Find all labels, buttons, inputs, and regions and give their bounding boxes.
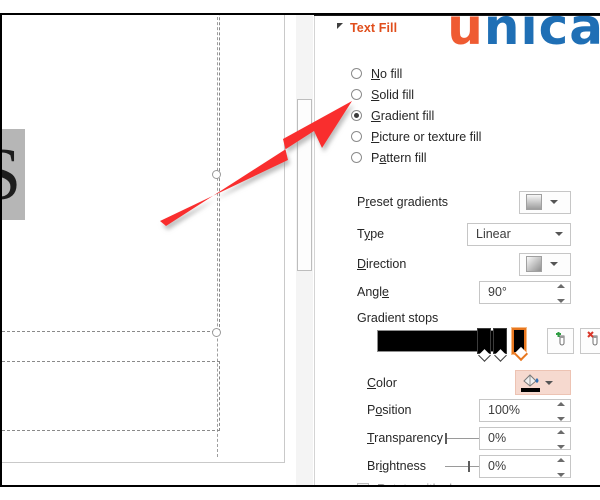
radio-option-gradient-fill[interactable]: Gradient fill bbox=[351, 105, 481, 126]
text-fill-section-header[interactable]: Text Fill bbox=[337, 21, 397, 35]
title-placeholder-box[interactable] bbox=[2, 15, 220, 332]
vertical-scrollbar-thumb[interactable] bbox=[297, 99, 312, 271]
brightness-value: 0% bbox=[488, 459, 507, 473]
logo-letters-nica: nica bbox=[483, 15, 600, 56]
window-top-border bbox=[0, 13, 600, 15]
slide-canvas[interactable]: S bbox=[2, 15, 294, 485]
slider-knob[interactable] bbox=[468, 460, 470, 472]
transparency-row: Transparency 0% bbox=[315, 425, 600, 451]
slider-knob[interactable] bbox=[445, 432, 447, 444]
gradient-swatch-icon bbox=[526, 194, 542, 210]
current-color-bar bbox=[521, 387, 540, 392]
window-bottom-border bbox=[0, 485, 600, 487]
slide-sheet[interactable]: S bbox=[2, 15, 285, 463]
position-label: Position bbox=[367, 403, 412, 417]
transparency-label: Transparency bbox=[367, 431, 443, 445]
pattern-fill-label: Pattern fill bbox=[371, 150, 427, 165]
brightness-label: Brightness bbox=[367, 459, 427, 473]
transparency-value: 0% bbox=[488, 431, 507, 445]
format-shape-pane: unica Text Fill No fill Solid fill Gradi… bbox=[314, 15, 600, 485]
type-row: Type Linear bbox=[315, 221, 600, 247]
angle-stepper[interactable] bbox=[556, 283, 565, 303]
position-spinner[interactable]: 100% bbox=[479, 398, 571, 422]
stepper-down-icon[interactable] bbox=[556, 298, 565, 303]
fill-type-radio-group: No fill Solid fill Gradient fill Picture… bbox=[351, 63, 481, 168]
stepper-down-icon[interactable] bbox=[556, 472, 565, 477]
brightness-stepper[interactable] bbox=[556, 457, 565, 477]
slide-text-fragment[interactable]: S bbox=[2, 135, 21, 215]
window-left-border bbox=[0, 13, 2, 487]
no-fill-label: No fill bbox=[371, 66, 403, 81]
angle-value: 90° bbox=[488, 285, 507, 299]
radio-option-picture-or-texture-fill[interactable]: Picture or texture fill bbox=[351, 126, 481, 147]
color-button[interactable] bbox=[515, 370, 571, 395]
angle-label: Angle bbox=[357, 285, 389, 299]
direction-button[interactable] bbox=[519, 252, 571, 276]
chevron-down-icon[interactable] bbox=[555, 232, 563, 236]
gradient-stop-marker[interactable] bbox=[477, 328, 491, 354]
pattern-fill-radio-icon[interactable] bbox=[351, 152, 362, 163]
brightness-spinner[interactable]: 0% bbox=[479, 454, 571, 478]
direction-row: Direction bbox=[315, 251, 600, 277]
position-row: Position 100% bbox=[315, 397, 600, 423]
stepper-up-icon[interactable] bbox=[556, 283, 565, 288]
direction-label: Direction bbox=[357, 257, 407, 271]
preset-gradients-label: Preset gradients bbox=[357, 195, 449, 209]
middle-right-handle[interactable] bbox=[212, 170, 221, 179]
transparency-spinner[interactable]: 0% bbox=[479, 426, 571, 450]
gradient-stop-marker-selected[interactable] bbox=[512, 328, 526, 354]
stepper-down-icon[interactable] bbox=[556, 416, 565, 421]
pane-top-rule bbox=[314, 15, 600, 16]
chevron-down-icon[interactable] bbox=[545, 380, 553, 385]
angle-spinner[interactable]: 90° bbox=[479, 280, 571, 304]
picture-or-texture-fill-radio-icon[interactable] bbox=[351, 131, 362, 142]
section-title: Text Fill bbox=[350, 21, 398, 35]
subtitle-placeholder-box[interactable] bbox=[2, 361, 220, 431]
stepper-up-icon[interactable] bbox=[556, 457, 565, 462]
type-label: Type bbox=[357, 227, 385, 241]
preset-gradients-button[interactable] bbox=[519, 190, 571, 214]
bottom-right-handle[interactable] bbox=[212, 328, 221, 337]
stepper-down-icon[interactable] bbox=[556, 444, 565, 449]
solid-fill-label: Solid fill bbox=[371, 87, 415, 102]
gradient-stop-marker[interactable] bbox=[493, 328, 507, 354]
brightness-row: Brightness 0% bbox=[315, 453, 600, 479]
radio-option-solid-fill[interactable]: Solid fill bbox=[351, 84, 481, 105]
position-value: 100% bbox=[488, 403, 520, 417]
stepper-up-icon[interactable] bbox=[556, 429, 565, 434]
transparency-stepper[interactable] bbox=[556, 429, 565, 449]
chevron-down-icon[interactable] bbox=[550, 200, 558, 204]
add-gradient-stop-button[interactable] bbox=[547, 328, 574, 354]
powerpoint-format-shape-window: S unica Text Fill No fill Solid fill bbox=[0, 0, 600, 500]
paint-bucket-icon bbox=[521, 373, 541, 392]
gradient-fill-radio-icon[interactable] bbox=[351, 110, 362, 121]
type-dropdown[interactable]: Linear bbox=[467, 222, 571, 246]
chevron-down-icon[interactable] bbox=[550, 262, 558, 266]
type-dropdown-value: Linear bbox=[476, 227, 511, 241]
no-fill-radio-icon[interactable] bbox=[351, 68, 362, 79]
gradient-stops-label: Gradient stops bbox=[357, 311, 439, 325]
position-stepper[interactable] bbox=[556, 401, 565, 421]
logo-letter-u: u bbox=[447, 15, 484, 56]
solid-fill-radio-icon[interactable] bbox=[351, 89, 362, 100]
stepper-up-icon[interactable] bbox=[556, 401, 565, 406]
picture-or-texture-fill-label: Picture or texture fill bbox=[371, 129, 482, 144]
unica-watermark-logo: unica bbox=[447, 15, 600, 53]
preset-gradients-row: Preset gradients bbox=[315, 189, 600, 215]
gradient-fill-label: Gradient fill bbox=[371, 108, 435, 123]
direction-swatch-icon bbox=[526, 256, 542, 272]
color-label: Color bbox=[367, 376, 397, 390]
angle-row: Angle 90° bbox=[315, 279, 600, 305]
radio-option-no-fill[interactable]: No fill bbox=[351, 63, 481, 84]
collapse-triangle-icon[interactable] bbox=[337, 23, 343, 29]
radio-option-pattern-fill[interactable]: Pattern fill bbox=[351, 147, 481, 168]
remove-gradient-stop-button[interactable] bbox=[580, 328, 600, 354]
